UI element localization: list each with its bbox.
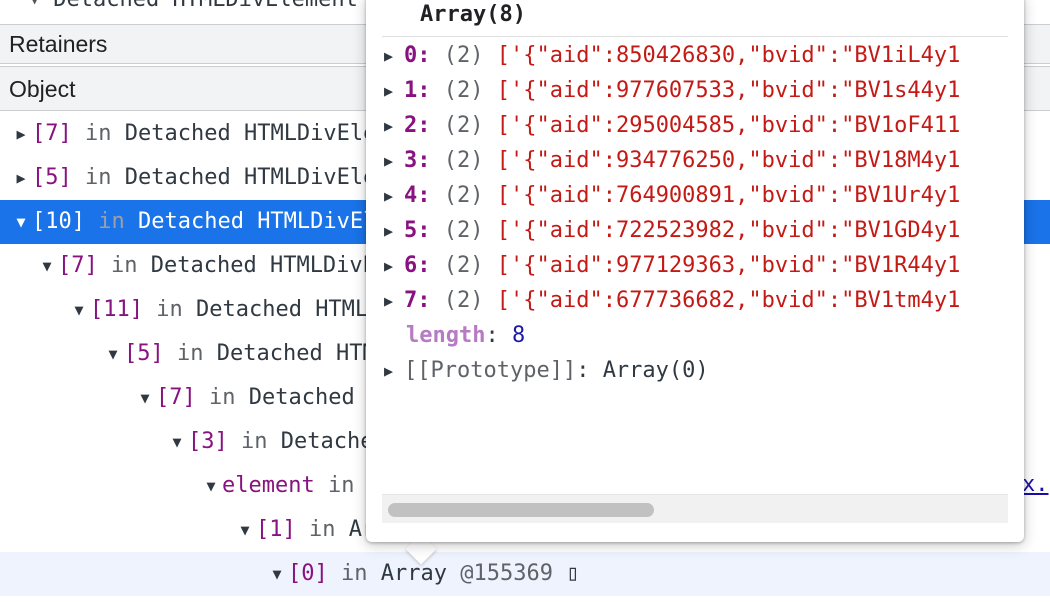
in-keyword: in: [85, 165, 112, 190]
retainer-edge-name: [1]: [256, 517, 296, 542]
clipped-row: ▾ Detached HTMLDivElement: [28, 0, 358, 10]
collapse-triangle-icon[interactable]: ▼: [234, 508, 256, 552]
array-entry[interactable]: ▶ 0: (2) ['{"aid":850426830,"bvid":"BV1iL…: [384, 38, 1010, 73]
expand-triangle-icon[interactable]: ▶: [384, 354, 404, 388]
array-entry[interactable]: ▶ 4: (2) ['{"aid":764900891,"bvid":"BV1Ur…: [384, 178, 1010, 213]
retainer-edge-name: [5]: [124, 341, 164, 366]
string-value-preview: ['{"aid":295004585,"bvid":"BV1oF411: [496, 113, 961, 138]
array-length-preview: (2): [443, 113, 484, 138]
horizontal-scrollbar[interactable]: [382, 494, 1008, 523]
collapse-triangle-icon[interactable]: ▼: [68, 288, 90, 332]
retainer-edge-name: [7]: [58, 253, 98, 278]
property-key: 5:: [404, 218, 431, 243]
in-keyword: in: [209, 385, 236, 410]
in-keyword: in: [85, 121, 112, 146]
expand-triangle-icon[interactable]: ▶: [384, 284, 404, 319]
collapse-triangle-icon[interactable]: ▼: [266, 552, 288, 596]
prototype-key: [[Prototype]]: [404, 358, 577, 383]
in-keyword: in: [241, 429, 268, 454]
property-key: 3:: [404, 148, 431, 173]
retainer-row[interactable]: ▼ [0] in Array @155369 ▯: [0, 552, 1050, 596]
prototype-value: Array(0): [602, 358, 709, 383]
property-key: 4:: [404, 183, 431, 208]
expand-triangle-icon[interactable]: ▶: [10, 156, 32, 200]
in-keyword: in: [98, 209, 125, 234]
string-value-preview: ['{"aid":977607533,"bvid":"BV1s44y1: [496, 78, 961, 103]
expand-triangle-icon[interactable]: ▶: [384, 74, 404, 109]
expand-triangle-icon[interactable]: ▶: [384, 179, 404, 214]
string-value-preview: ['{"aid":977129363,"bvid":"BV1R44y1: [496, 253, 961, 278]
array-length-preview: (2): [443, 43, 484, 68]
property-key: 6:: [404, 253, 431, 278]
property-key: 7:: [404, 288, 431, 313]
expand-triangle-icon[interactable]: ▶: [384, 109, 404, 144]
length-key: length: [406, 323, 486, 348]
property-key: 1:: [404, 78, 431, 103]
in-keyword: in: [177, 341, 204, 366]
retainer-edge-name: [10]: [32, 209, 85, 234]
array-entry[interactable]: ▶ 3: (2) ['{"aid":934776250,"bvid":"BV18M…: [384, 143, 1010, 178]
popover-properties: ▶ 0: (2) ['{"aid":850426830,"bvid":"BV1iL…: [384, 38, 1010, 388]
collapse-triangle-icon[interactable]: ▼: [166, 420, 188, 464]
expand-triangle-icon[interactable]: ▶: [384, 144, 404, 179]
retainer-edge-name: [11]: [90, 297, 143, 322]
source-link[interactable]: x.: [1022, 472, 1049, 497]
expand-triangle-icon[interactable]: ▶: [384, 214, 404, 249]
object-preview-popover: Array(8) ▶ 0: (2) ['{"aid":850426830,"bvi…: [366, 0, 1024, 542]
length-property: length: 8: [406, 323, 526, 348]
retainer-object-name[interactable]: Array: [381, 561, 447, 586]
in-keyword: in: [156, 297, 183, 322]
string-value-preview: ['{"aid":677736682,"bvid":"BV1tm4y1: [496, 288, 961, 313]
retainer-edge-name: [5]: [32, 165, 72, 190]
property-key: 0:: [404, 43, 431, 68]
string-value-preview: ['{"aid":764900891,"bvid":"BV1Ur4y1: [496, 183, 961, 208]
string-value-preview: ['{"aid":934776250,"bvid":"BV18M4y1: [496, 148, 961, 173]
array-length-preview: (2): [443, 253, 484, 278]
collapse-caret-icon[interactable]: ▾: [28, 0, 41, 10]
retainer-edge-name: [7]: [156, 385, 196, 410]
retainer-edge-name: [0]: [288, 561, 328, 586]
popover-title: Array(8): [420, 2, 526, 27]
popover-divider: [382, 36, 1008, 37]
array-entry[interactable]: ▶ 1: (2) ['{"aid":977607533,"bvid":"BV1s4…: [384, 73, 1010, 108]
scrollbar-thumb[interactable]: [388, 503, 654, 517]
expand-triangle-icon[interactable]: ▶: [10, 112, 32, 156]
retainer-edge-name: [3]: [188, 429, 228, 454]
in-keyword: in: [111, 253, 138, 278]
collapse-triangle-icon[interactable]: ▼: [200, 464, 222, 508]
array-entry[interactable]: ▶ 7: (2) ['{"aid":677736682,"bvid":"BV1tm…: [384, 283, 1010, 318]
collapse-triangle-icon[interactable]: ▼: [102, 332, 124, 376]
array-entry[interactable]: ▶ 5: (2) ['{"aid":722523982,"bvid":"BV1GD…: [384, 213, 1010, 248]
prototype-property[interactable]: ▶ [[Prototype]]: Array(0): [384, 353, 1010, 388]
array-length-preview: (2): [443, 183, 484, 208]
expand-triangle-icon[interactable]: ▶: [384, 249, 404, 284]
string-value-preview: ['{"aid":850426830,"bvid":"BV1iL4y1: [496, 43, 961, 68]
array-entry[interactable]: ▶ 6: (2) ['{"aid":977129363,"bvid":"BV1R4…: [384, 248, 1010, 283]
array-length-preview: (2): [443, 78, 484, 103]
retainer-edge-name: element: [222, 473, 315, 498]
array-length-preview: (2): [443, 288, 484, 313]
array-length-preview: (2): [443, 148, 484, 173]
array-length-preview: (2): [443, 218, 484, 243]
in-keyword: in: [327, 473, 355, 498]
in-keyword: in: [341, 561, 368, 586]
collapse-triangle-icon[interactable]: ▼: [10, 200, 32, 244]
property-key: 2:: [404, 113, 431, 138]
string-value-preview: ['{"aid":722523982,"bvid":"BV1GD4y1: [496, 218, 961, 243]
store-as-global-icon[interactable]: ▯: [566, 561, 579, 586]
retainer-edge-name: [7]: [32, 121, 72, 146]
array-entry[interactable]: ▶ 2: (2) ['{"aid":295004585,"bvid":"BV1oF…: [384, 108, 1010, 143]
clipped-row-text: Detached HTMLDivElement: [53, 0, 358, 10]
collapse-triangle-icon[interactable]: ▼: [134, 376, 156, 420]
expand-triangle-icon[interactable]: ▶: [384, 39, 404, 74]
collapse-triangle-icon[interactable]: ▼: [36, 244, 58, 288]
in-keyword: in: [309, 517, 336, 542]
object-id: @155369: [460, 561, 553, 586]
length-value: 8: [511, 323, 526, 348]
